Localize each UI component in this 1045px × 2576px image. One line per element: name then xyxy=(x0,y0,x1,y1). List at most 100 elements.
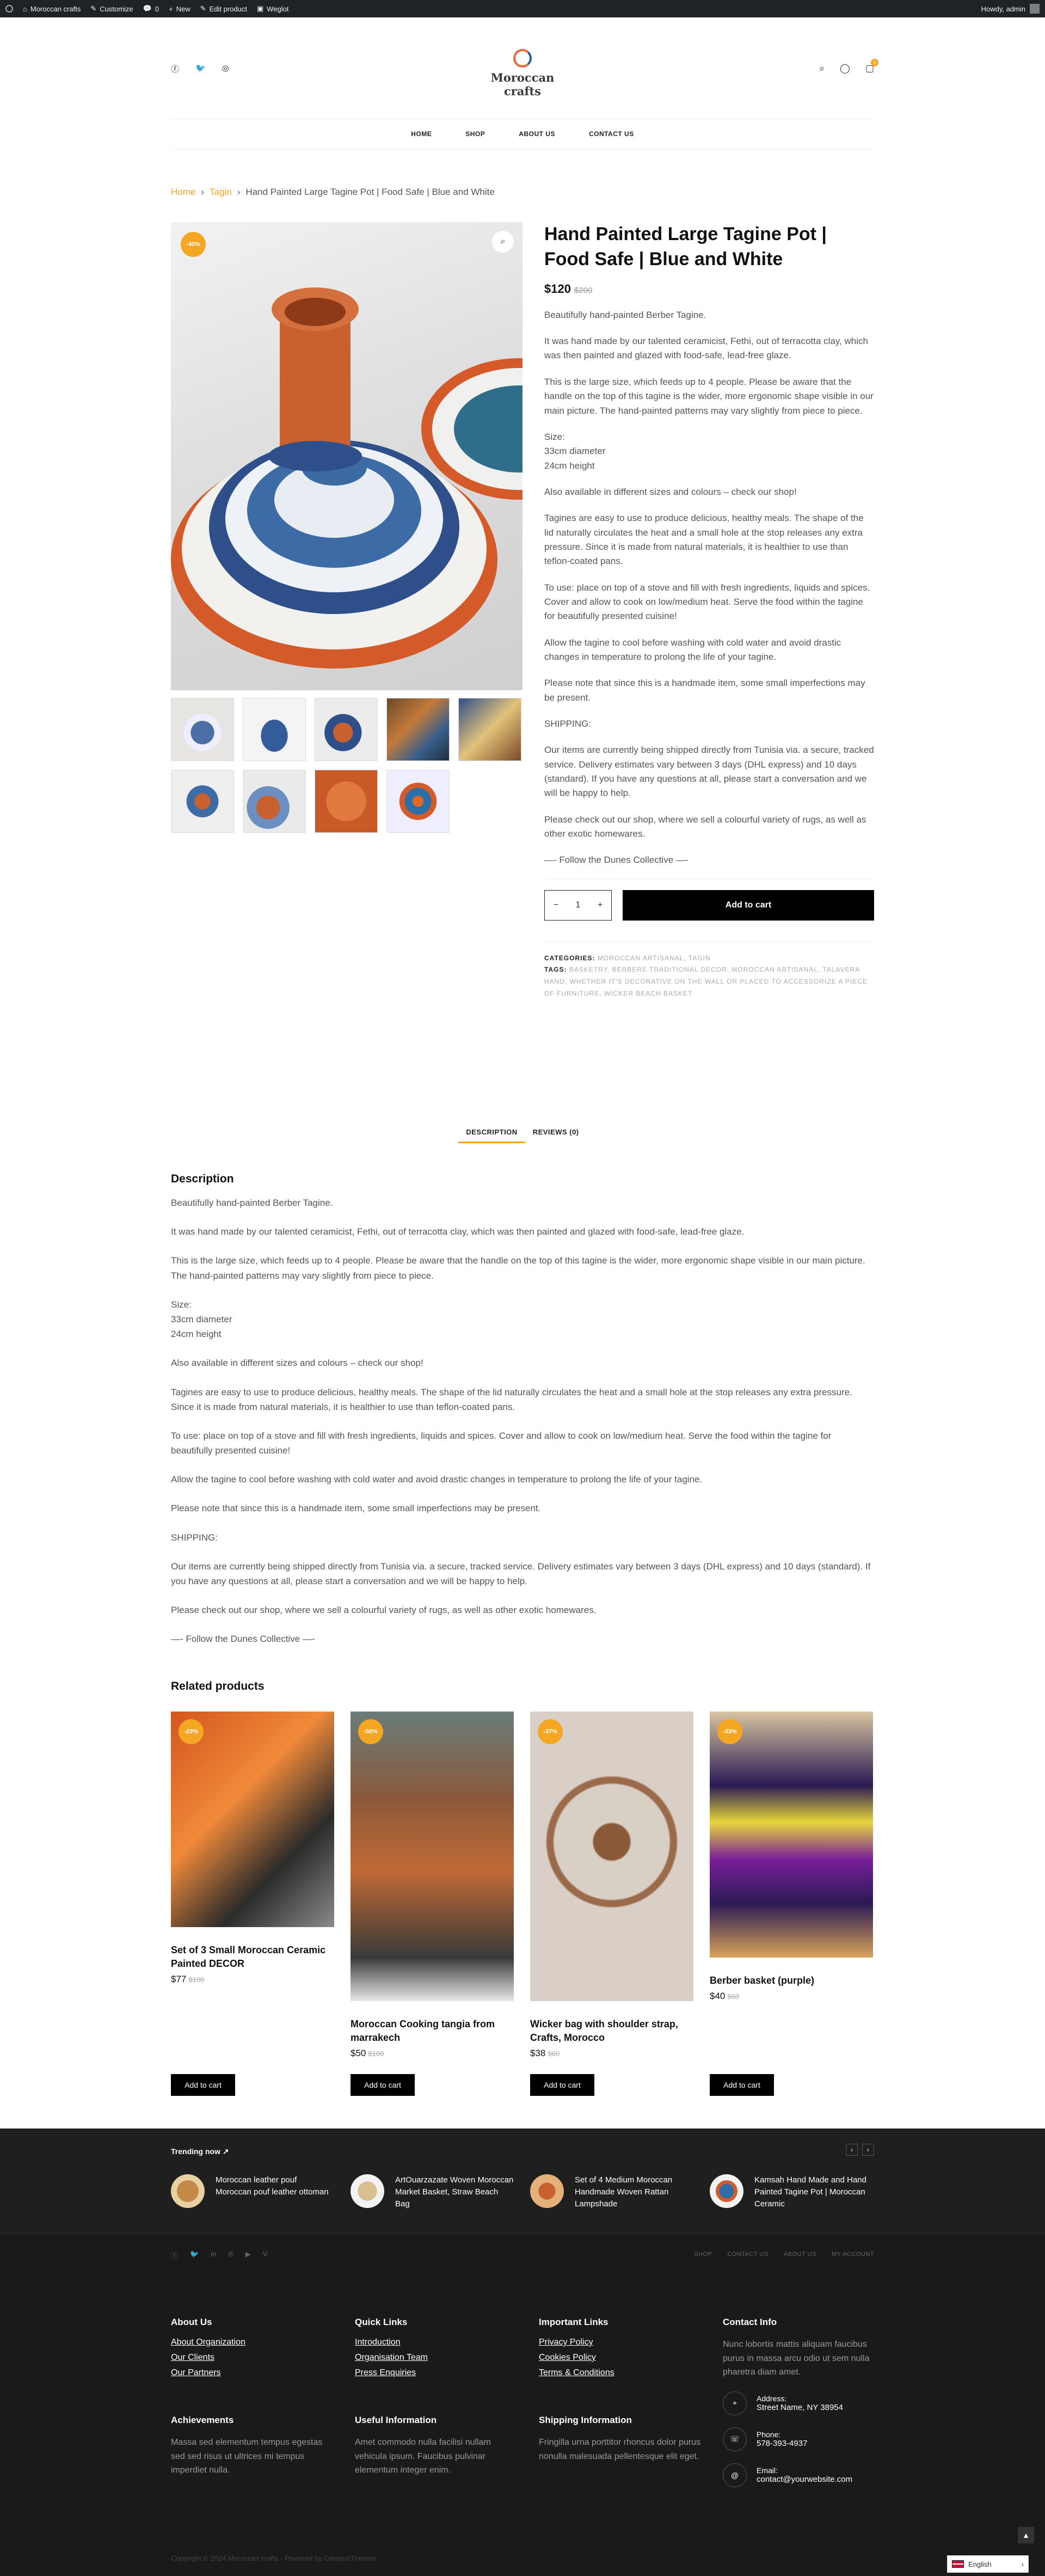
thumbnail[interactable] xyxy=(171,698,234,761)
nav-shop[interactable]: SHOP xyxy=(465,130,485,138)
thumbnail[interactable] xyxy=(458,698,521,761)
quantity-stepper[interactable]: − 1 + xyxy=(544,890,612,921)
qty-value[interactable]: 1 xyxy=(576,900,581,910)
related-product-image[interactable]: -37% xyxy=(530,1712,693,2001)
related-product[interactable]: -23% Set of 3 Small Moroccan Ceramic Pai… xyxy=(171,1712,334,1985)
footer-link[interactable]: Cookies Policy xyxy=(539,2353,702,2363)
related-add-to-cart-button[interactable]: Add to cart xyxy=(710,2074,774,2096)
footer-link[interactable]: Press Enquiries xyxy=(355,2368,518,2378)
product-tabs: DESCRIPTION REVIEWS (0) xyxy=(171,1128,874,1143)
paragraph: Please check out our shop, where we sell… xyxy=(171,1605,597,1616)
pinterest-icon[interactable]: ℗ xyxy=(228,2250,233,2260)
footer-link-shop[interactable]: SHOP xyxy=(694,2251,712,2258)
admin-comments-link[interactable]: 💬 0 xyxy=(143,4,159,13)
breadcrumb-home[interactable]: Home xyxy=(171,187,195,198)
trending-item[interactable]: ArtOuarzazate Woven Moroccan Market Bask… xyxy=(351,2174,514,2210)
related-add-to-cart-button[interactable]: Add to cart xyxy=(351,2074,415,2096)
footer-link[interactable]: About Organization xyxy=(171,2338,334,2347)
admin-site-link[interactable]: ⌂ Moroccan crafts xyxy=(23,5,81,13)
trending-thumbnail[interactable] xyxy=(171,2174,205,2208)
tab-reviews[interactable]: REVIEWS (0) xyxy=(525,1128,587,1143)
facebook-icon[interactable]: ⓕ xyxy=(171,63,179,75)
thumbnail[interactable] xyxy=(386,770,450,833)
footer-link-about[interactable]: ABOUT US xyxy=(784,2251,816,2258)
admin-weglot-link[interactable]: ▣ Weglot xyxy=(257,4,289,13)
related-add-to-cart-button[interactable]: Add to cart xyxy=(171,2074,235,2096)
admin-edit-product-link[interactable]: ✎ Edit product xyxy=(200,4,247,13)
paragraph: Tagines are easy to use to produce delic… xyxy=(544,513,864,567)
paragraph: Our items are currently being shipped di… xyxy=(544,745,874,799)
related-product-image[interactable]: -33% xyxy=(710,1712,873,1958)
related-product[interactable]: -50% Moroccan Cooking tangia from marrak… xyxy=(351,1712,514,2059)
related-product-name[interactable]: Set of 3 Small Moroccan Ceramic Painted … xyxy=(171,1943,334,1971)
related-product-image[interactable]: -23% xyxy=(171,1712,334,1927)
avatar[interactable] xyxy=(1030,4,1040,14)
tags-links[interactable]: BASKETRY, BERBERE TRADITIONAL DECOR, MOR… xyxy=(544,966,868,997)
footer-link[interactable]: Organisation Team xyxy=(355,2353,518,2363)
product-main-image[interactable]: -40% ⌕ xyxy=(171,222,522,690)
nav-contact-us[interactable]: CONTACT US xyxy=(589,130,634,138)
thumbnail[interactable] xyxy=(171,770,234,833)
trending-thumbnail[interactable] xyxy=(530,2174,564,2208)
linkedin-icon[interactable]: in xyxy=(211,2250,216,2260)
qty-minus-button[interactable]: − xyxy=(554,900,558,910)
thumbnail[interactable] xyxy=(386,698,450,761)
site-logo[interactable]: Moroccan crafts xyxy=(474,49,571,98)
related-add-to-cart-button[interactable]: Add to cart xyxy=(530,2074,594,2096)
trending-name[interactable]: ArtOuarzazate Woven Moroccan Market Bask… xyxy=(395,2174,514,2210)
footer-link[interactable]: Privacy Policy xyxy=(539,2338,702,2347)
related-product-name[interactable]: Moroccan Cooking tangia from marrakech xyxy=(351,2017,514,2045)
back-to-top-icon[interactable]: ▲ xyxy=(1018,2527,1034,2543)
admin-howdy[interactable]: Howdy, admin xyxy=(981,5,1025,13)
thumbnail[interactable] xyxy=(315,698,378,761)
tagine-illustration xyxy=(171,287,522,668)
footer-link[interactable]: Introduction xyxy=(355,2338,518,2347)
thumbnail[interactable] xyxy=(315,770,378,833)
footer-link[interactable]: Our Partners xyxy=(171,2368,334,2378)
qty-plus-button[interactable]: + xyxy=(598,900,603,910)
trending-name[interactable]: Moroccan leather pouf Moroccan pouf leat… xyxy=(216,2174,334,2208)
vimeo-icon[interactable]: V xyxy=(263,2250,268,2260)
related-product-image[interactable]: -50% xyxy=(351,1712,514,2001)
related-product[interactable]: -33% Berber basket (purple) $40 $60 xyxy=(710,1712,873,2002)
trending-thumbnail[interactable] xyxy=(710,2174,743,2208)
related-product[interactable]: -37% Wicker bag with shoulder strap, Cra… xyxy=(530,1712,693,2059)
trending-item[interactable]: Kamsah Hand Made and Hand Painted Tagine… xyxy=(710,2174,873,2210)
footer-link-account[interactable]: MY ACCOUNT xyxy=(832,2251,874,2258)
search-icon[interactable]: ⌕ xyxy=(819,63,825,74)
next-arrow-icon[interactable]: › xyxy=(862,2144,874,2156)
twitter-icon[interactable]: 🐦 xyxy=(195,63,206,75)
nav-about-us[interactable]: ABOUT US xyxy=(519,130,555,138)
trend-arrow-icon: ↗ xyxy=(222,2147,229,2156)
admin-customize-link[interactable]: ✎ Customize xyxy=(90,4,133,13)
trending-name[interactable]: Set of 4 Medium Moroccan Handmade Woven … xyxy=(575,2174,693,2210)
instagram-icon[interactable]: ◎ xyxy=(222,63,229,75)
admin-new-link[interactable]: + New xyxy=(169,5,190,13)
related-product-name[interactable]: Berber basket (purple) xyxy=(710,1974,873,1988)
nav-home[interactable]: HOME xyxy=(411,130,432,138)
footer-link[interactable]: Terms & Conditions xyxy=(539,2368,702,2378)
thumbnail[interactable] xyxy=(243,698,306,761)
trending-thumbnail[interactable] xyxy=(351,2174,384,2208)
twitter-icon[interactable]: 🐦 xyxy=(190,2250,199,2260)
thumbnail[interactable] xyxy=(243,770,306,833)
trending-item[interactable]: Set of 4 Medium Moroccan Handmade Woven … xyxy=(530,2174,693,2210)
prev-arrow-icon[interactable]: ‹ xyxy=(846,2144,858,2156)
footer-link[interactable]: Our Clients xyxy=(171,2353,334,2363)
categories-links[interactable]: MOROCCAN ARTISANAL, TAGIN xyxy=(598,954,711,962)
breadcrumb-category[interactable]: Tagin xyxy=(210,187,232,198)
tab-description[interactable]: DESCRIPTION xyxy=(458,1128,525,1143)
footer-link-contact[interactable]: CONTACT US xyxy=(727,2251,769,2258)
trending-item[interactable]: Moroccan leather pouf Moroccan pouf leat… xyxy=(171,2174,334,2208)
related-product-name[interactable]: Wicker bag with shoulder strap, Crafts, … xyxy=(530,2017,693,2045)
add-to-cart-button[interactable]: Add to cart xyxy=(623,890,874,921)
trending-name[interactable]: Kamsah Hand Made and Hand Painted Tagine… xyxy=(754,2174,873,2210)
cart-icon[interactable]: ▢ 0 xyxy=(865,59,878,74)
header-icons: ⌕ ◯ ▢ 0 xyxy=(819,59,878,74)
account-icon[interactable]: ◯ xyxy=(840,63,850,74)
language-switcher[interactable]: English › xyxy=(947,2555,1029,2573)
facebook-icon[interactable]: ⓕ xyxy=(171,2250,178,2260)
zoom-icon[interactable]: ⌕ xyxy=(492,231,514,253)
youtube-icon[interactable]: ▶ xyxy=(245,2250,251,2260)
wordpress-logo-icon[interactable] xyxy=(5,5,13,13)
